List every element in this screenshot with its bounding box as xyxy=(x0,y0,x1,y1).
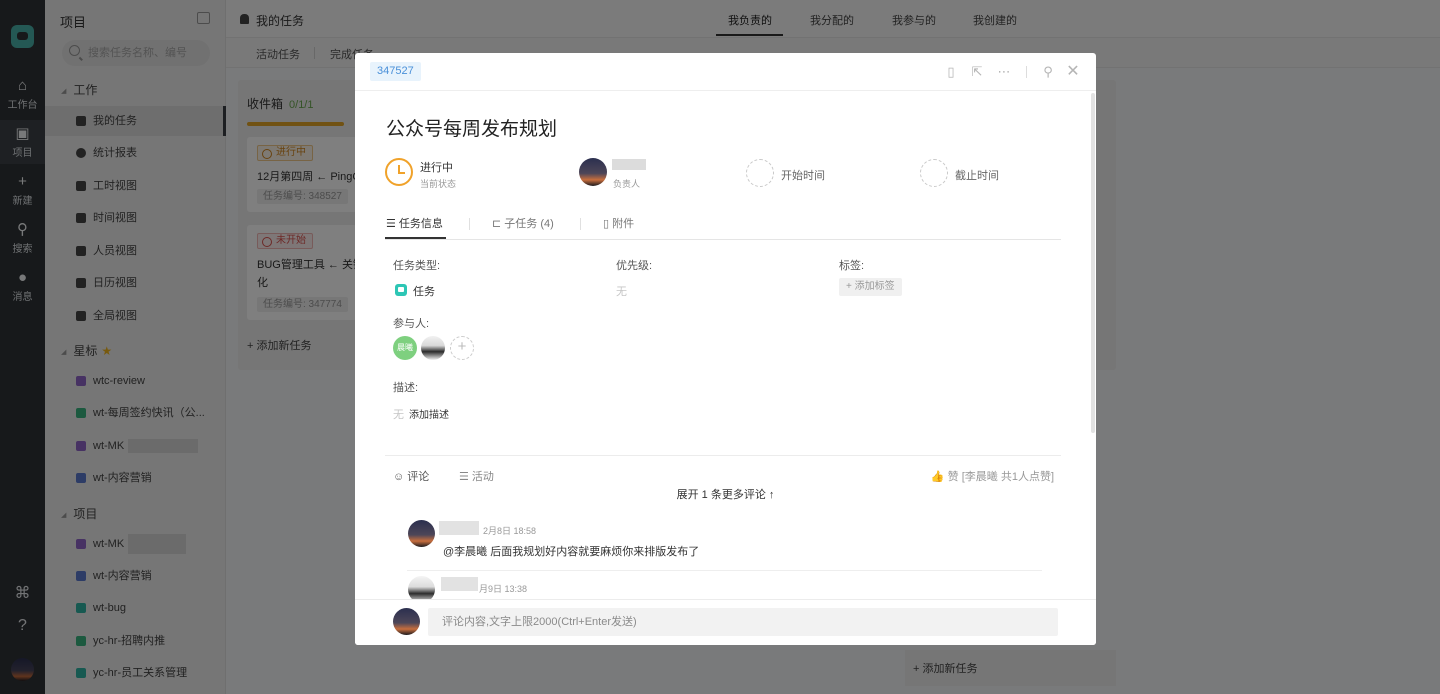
tags-label: 标签: xyxy=(839,260,865,272)
status-clock-icon[interactable] xyxy=(385,158,413,186)
task-type-icon xyxy=(395,284,407,296)
commenter-name-redacted xyxy=(441,577,478,591)
calendar-icon[interactable] xyxy=(746,159,774,187)
more-icon[interactable]: ⋯ xyxy=(996,64,1012,80)
divider xyxy=(385,455,1061,456)
priority-value[interactable]: 无 xyxy=(616,283,627,299)
add-tag-button[interactable]: + 添加标签 xyxy=(839,278,902,296)
subtask-icon: ⊏ xyxy=(492,218,505,230)
task-type-label: 任务类型: xyxy=(393,260,441,272)
comment-text: @李晨曦 后面我规划好内容就要麻烦你来排版发布了 xyxy=(443,546,700,558)
modal-header: 347527 ▯ ⇱ ⋯ ⚲ ✕ xyxy=(355,53,1096,91)
scrollbar[interactable] xyxy=(1091,93,1095,433)
task-id-badge[interactable]: 347527 xyxy=(370,62,421,81)
divider xyxy=(385,239,1061,240)
deadline-icon[interactable] xyxy=(920,159,948,187)
description-label: 描述: xyxy=(393,382,419,394)
tab-comments[interactable]: ☺ 评论 xyxy=(393,468,429,484)
comment-input[interactable] xyxy=(428,608,1058,636)
divider xyxy=(469,218,470,230)
likes-summary[interactable]: 👍 赞 [李晨曦 共1人点赞] xyxy=(931,468,1054,484)
task-type-value[interactable]: 任务 xyxy=(413,283,435,299)
status-label: 当前状态 xyxy=(420,179,457,189)
tab-task-info[interactable]: ☰ 任务信息 xyxy=(386,215,443,231)
add-participant-button[interactable]: + xyxy=(450,336,474,360)
tab-attachments[interactable]: ▯ 附件 xyxy=(603,215,634,231)
attachment-icon: ▯ xyxy=(603,218,613,230)
participants-label: 参与人: xyxy=(393,318,430,330)
expand-comments-link[interactable]: 展开 1 条更多评论 ↑ xyxy=(355,486,1096,502)
end-time[interactable]: 截止时间 xyxy=(955,167,999,183)
comment-icon: ☺ xyxy=(393,471,408,483)
divider xyxy=(580,218,581,230)
divider xyxy=(407,570,1042,571)
commenter-name-redacted xyxy=(439,521,479,535)
close-icon[interactable]: ✕ xyxy=(1065,64,1081,80)
tab-subtasks[interactable]: ⊏ 子任务 (4) xyxy=(492,215,554,231)
status-value[interactable]: 进行中 xyxy=(420,159,453,175)
chevron-up-icon: ↑ xyxy=(765,489,775,501)
current-user-avatar xyxy=(393,608,420,635)
owner-avatar[interactable] xyxy=(579,158,607,186)
owner-name-redacted xyxy=(612,159,646,170)
task-title[interactable]: 公众号每周发布规划 xyxy=(386,114,557,141)
start-time[interactable]: 开始时间 xyxy=(781,167,825,183)
comment-time: 2月8日 18:58 xyxy=(483,526,537,536)
description-empty: 无 xyxy=(393,409,404,421)
priority-label: 优先级: xyxy=(616,260,653,272)
comment-composer xyxy=(355,599,1096,645)
participant-avatar[interactable] xyxy=(421,336,445,360)
tab-activity[interactable]: ☰ 活动 xyxy=(459,468,494,484)
comment-time: 月9日 13:38 xyxy=(479,584,528,594)
task-detail-modal: 347527 ▯ ⇱ ⋯ ⚲ ✕ 公众号每周发布规划 进行中 当前状态 负责人 … xyxy=(355,53,1096,645)
open-external-icon[interactable]: ⇱ xyxy=(969,64,985,80)
add-description-button[interactable]: 添加描述 xyxy=(409,406,449,421)
divider xyxy=(1026,66,1027,78)
thumbs-up-icon: 👍 xyxy=(930,471,948,483)
commenter-avatar[interactable] xyxy=(408,520,435,547)
owner-label: 负责人 xyxy=(613,179,641,189)
copy-icon[interactable]: ▯ xyxy=(943,64,959,80)
list-icon: ☰ xyxy=(459,471,472,483)
participant-avatar[interactable]: 晨曦 xyxy=(393,336,417,360)
list-icon: ☰ xyxy=(386,218,399,230)
pin-icon[interactable]: ⚲ xyxy=(1040,64,1056,80)
